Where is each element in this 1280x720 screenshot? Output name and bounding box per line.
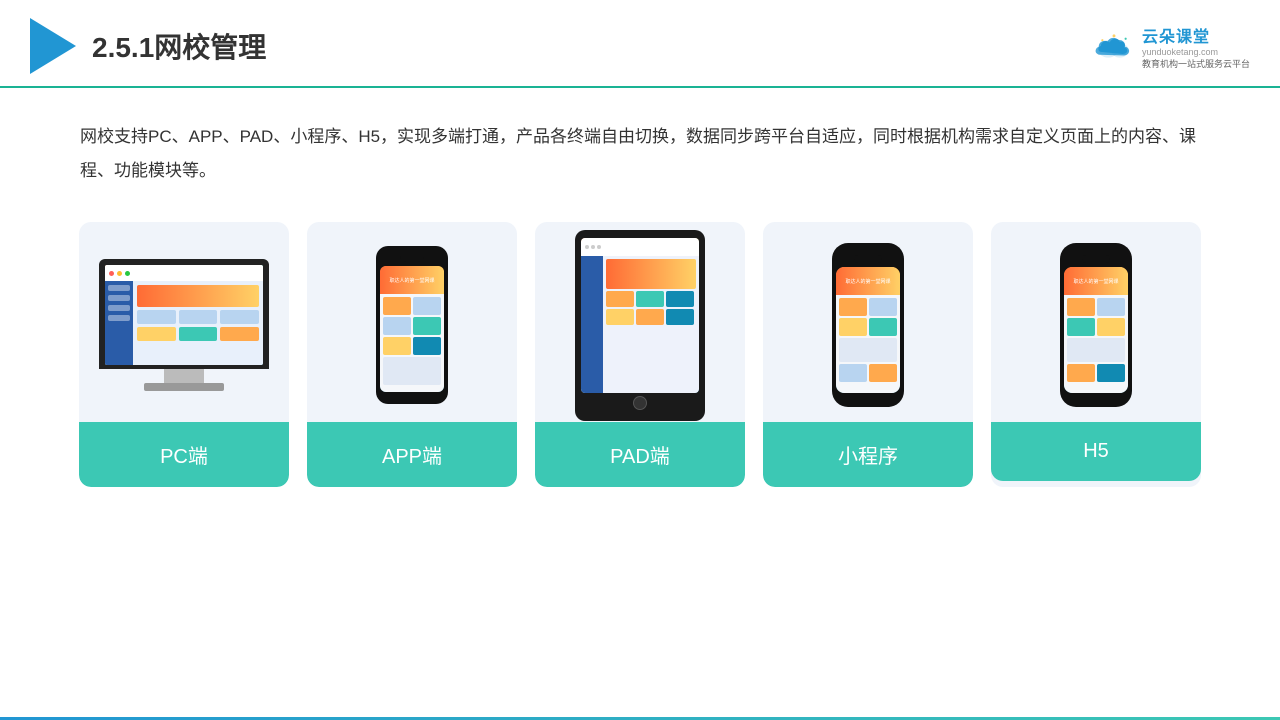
tablet-device [575, 230, 705, 421]
brand-subtitle: 教育机构一站式服务云平台 [1142, 57, 1250, 70]
cloud-logo-icon [1092, 30, 1136, 62]
card-h5-image: 职达人的第一堂网课 [991, 222, 1201, 422]
card-h5-label: H5 [991, 422, 1201, 481]
card-miniapp: 职达人的第一堂网课 [763, 222, 973, 487]
card-pc: PC端 [79, 222, 289, 487]
header: 2.5.1网校管理 云朵课堂 yunduoketang.com 教育机构一站式服… [0, 0, 1280, 88]
card-h5: 职达人的第一堂网课 [991, 222, 1201, 487]
card-pad-label: PAD端 [535, 422, 745, 487]
card-app: 职达人的第一堂网课 [307, 222, 517, 487]
brand-text: 云朵课堂 yunduoketang.com 教育机构一站式服务云平台 [1142, 23, 1250, 70]
cards-container: PC端 职达人的第一堂网课 [0, 212, 1280, 507]
logo-triangle-icon [30, 18, 76, 74]
phone-device-2: 职达人的第一堂网课 [832, 243, 904, 407]
card-pc-label: PC端 [79, 422, 289, 487]
description-paragraph: 网校支持PC、APP、PAD、小程序、H5，实现多端打通，产品各终端自由切换，数… [80, 120, 1200, 188]
page-title: 2.5.1网校管理 [92, 26, 266, 66]
header-right: 云朵课堂 yunduoketang.com 教育机构一站式服务云平台 [1092, 23, 1250, 70]
brand-name: 云朵课堂 [1142, 23, 1210, 47]
card-app-image: 职达人的第一堂网课 [307, 222, 517, 422]
monitor-device [99, 259, 269, 391]
card-pc-image [79, 222, 289, 422]
phone-device-3: 职达人的第一堂网课 [1060, 243, 1132, 407]
phone-device: 职达人的第一堂网课 [376, 246, 448, 404]
card-miniapp-label: 小程序 [763, 422, 973, 487]
card-pad: PAD端 [535, 222, 745, 487]
brand-logo: 云朵课堂 yunduoketang.com 教育机构一站式服务云平台 [1092, 23, 1250, 70]
brand-url: yunduoketang.com [1142, 47, 1218, 57]
header-left: 2.5.1网校管理 [30, 18, 266, 74]
card-miniapp-image: 职达人的第一堂网课 [763, 222, 973, 422]
description-text: 网校支持PC、APP、PAD、小程序、H5，实现多端打通，产品各终端自由切换，数… [0, 88, 1280, 212]
card-pad-image [535, 222, 745, 422]
card-app-label: APP端 [307, 422, 517, 487]
